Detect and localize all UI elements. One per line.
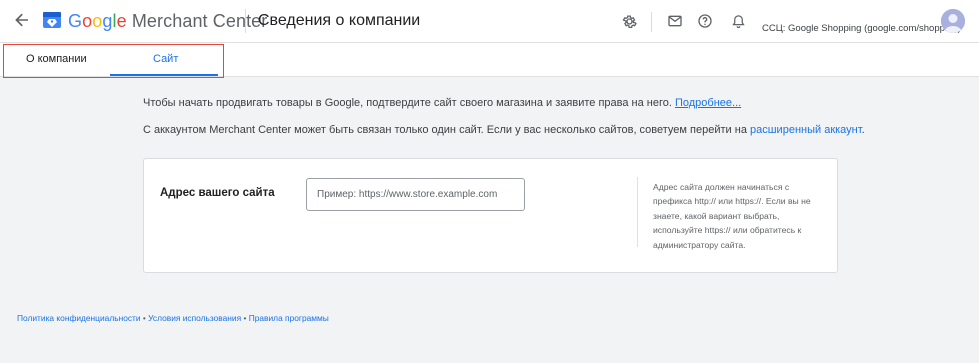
intro-line-single-site: С аккаунтом Merchant Center может быть с… xyxy=(143,124,865,136)
card-divider xyxy=(637,177,638,247)
top-app-bar: Google Merchant Center Сведения о компан… xyxy=(0,0,979,43)
active-tab-indicator xyxy=(110,74,218,76)
mail-icon[interactable] xyxy=(666,12,684,30)
privacy-policy-link[interactable]: Политика конфиденциальности xyxy=(17,313,141,323)
program-policies-link[interactable]: Правила программы xyxy=(249,313,329,323)
website-url-input[interactable] xyxy=(306,178,525,211)
intro-text-single-site: С аккаунтом Merchant Center может быть с… xyxy=(143,124,747,136)
website-help-text: Адрес сайта должен начинаться с префикса… xyxy=(653,182,811,250)
header-divider xyxy=(245,9,246,33)
advanced-account-link[interactable]: расширенный аккаунт xyxy=(750,124,862,136)
tab-bar: О компании Сайт xyxy=(0,43,979,77)
website-card: Адрес вашего сайта Адрес сайта должен на… xyxy=(143,158,838,273)
merchant-center-logo-icon[interactable] xyxy=(42,10,62,30)
terms-of-use-link[interactable]: Условия использования xyxy=(148,313,241,323)
brand-name[interactable]: Google Merchant Center xyxy=(68,11,267,32)
settings-icon[interactable] xyxy=(620,12,638,30)
intro-line-verify: Чтобы начать продвигать товары в Google,… xyxy=(143,97,741,109)
learn-more-link[interactable]: Подробнее... xyxy=(675,97,741,109)
tab-website[interactable]: Сайт xyxy=(153,53,178,65)
avatar[interactable] xyxy=(941,9,965,33)
back-arrow-icon[interactable] xyxy=(12,10,32,30)
intro-text-verify: Чтобы начать продвигать товары в Google,… xyxy=(143,97,672,109)
intro-period: . xyxy=(861,124,865,136)
brand-product-name: Merchant Center xyxy=(131,11,268,31)
website-address-label: Адрес вашего сайта xyxy=(160,187,275,199)
footer-separator: • xyxy=(243,313,247,323)
tab-about-company[interactable]: О компании xyxy=(26,53,87,65)
footer-links: Политика конфиденциальности • Условия ис… xyxy=(17,313,329,323)
page-title: Сведения о компании xyxy=(258,12,421,29)
brand-google-word: Google xyxy=(68,11,127,31)
help-icon[interactable] xyxy=(696,12,714,30)
account-label[interactable]: ССЦ: Google Shopping (google.com/shoppin… xyxy=(762,23,961,34)
header-icon-separator xyxy=(651,12,652,32)
footer-separator: • xyxy=(142,313,146,323)
bell-icon[interactable] xyxy=(729,12,747,30)
